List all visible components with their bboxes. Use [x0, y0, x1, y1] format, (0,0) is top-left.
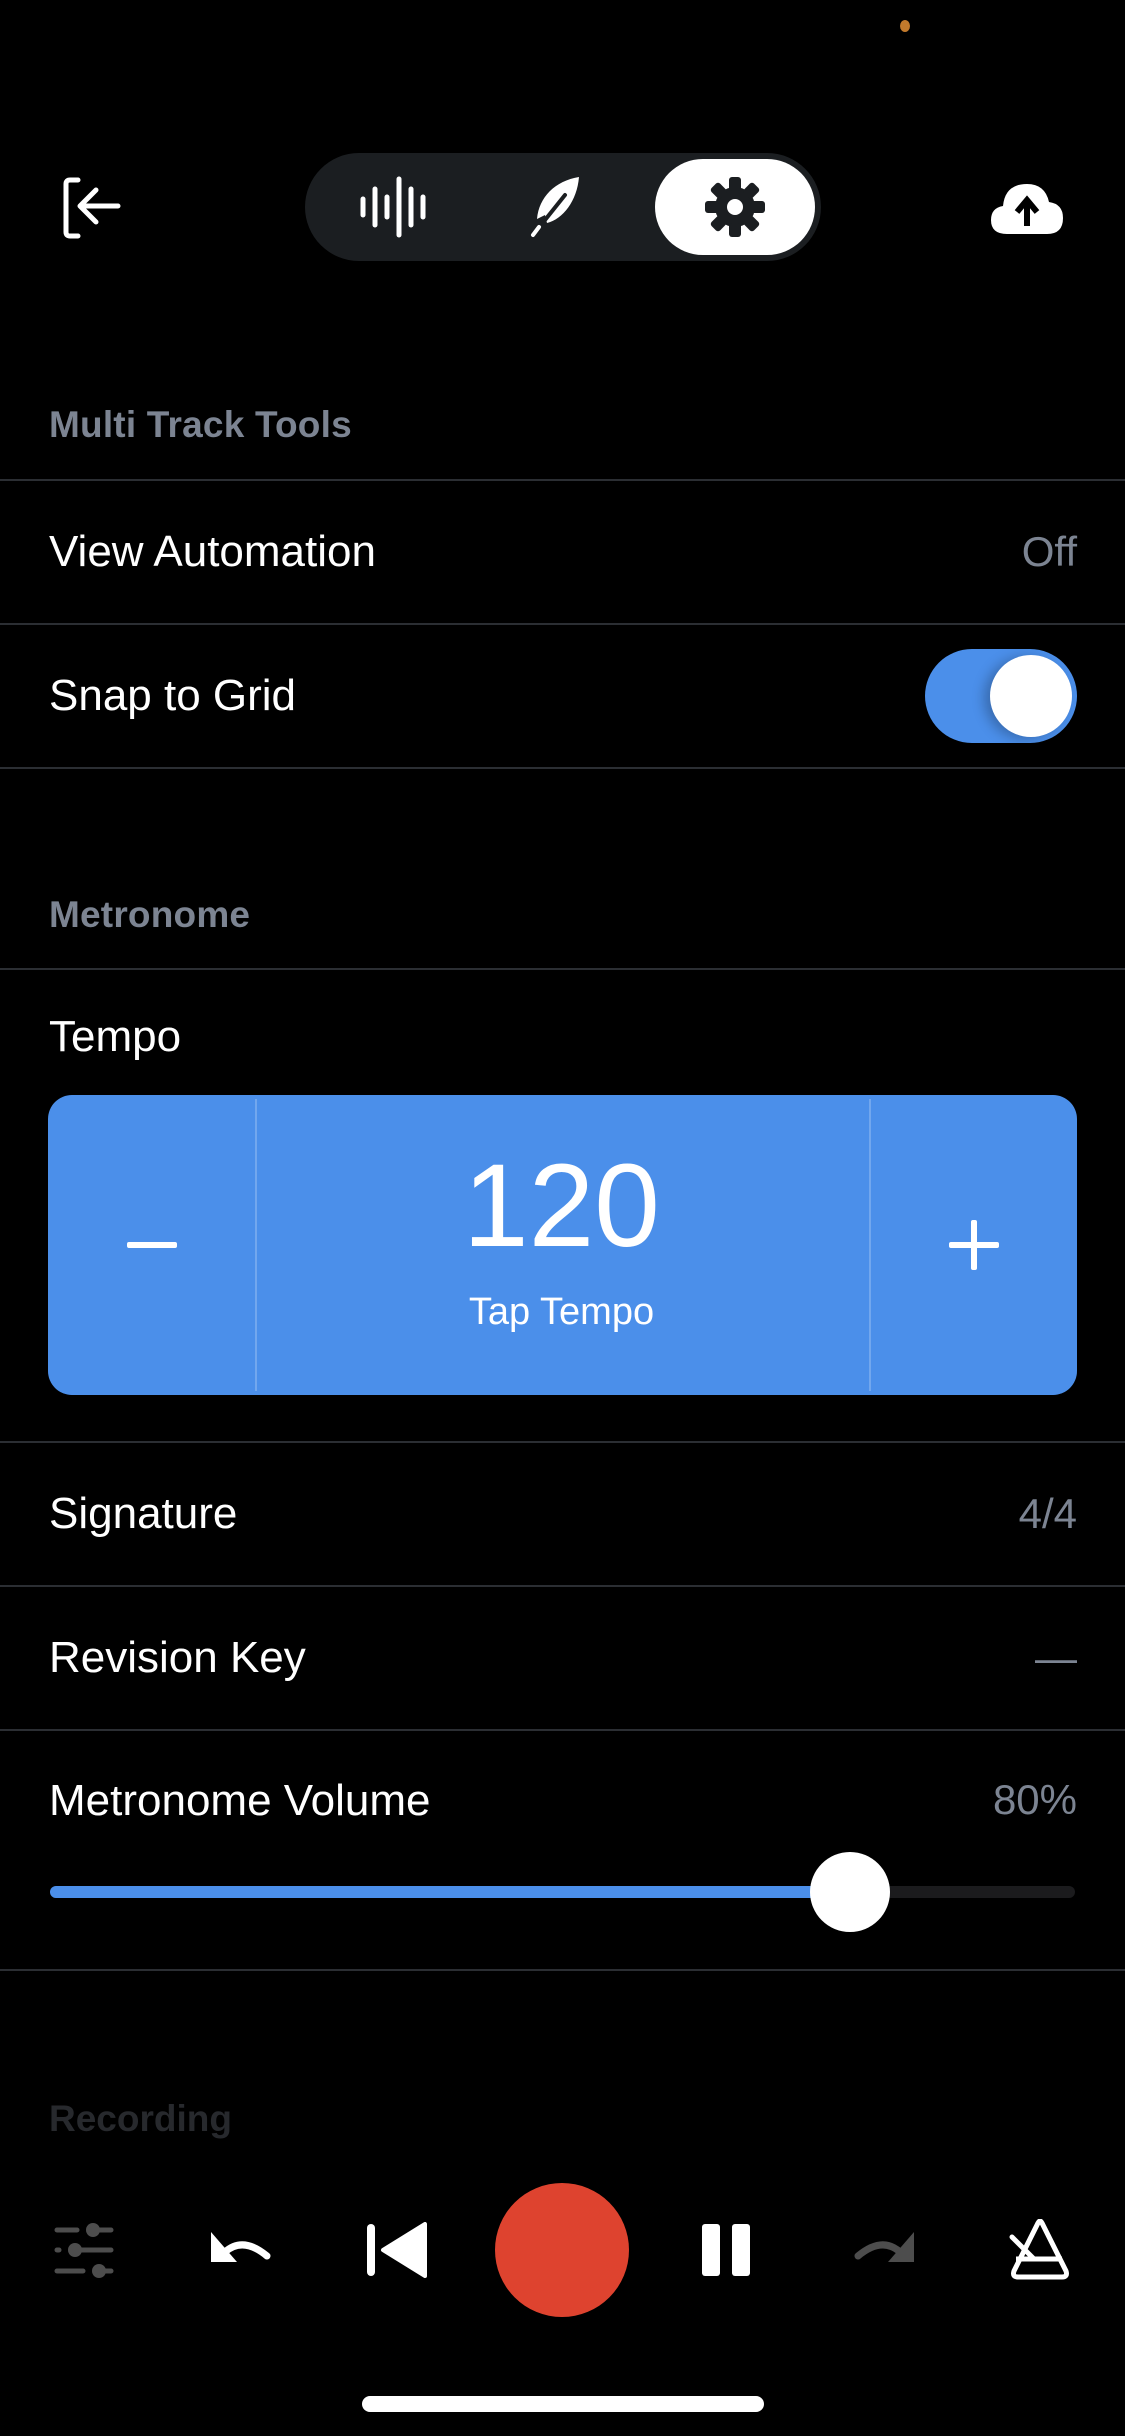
record-icon [495, 2183, 629, 2317]
privacy-indicator-dot [900, 20, 910, 32]
divider [0, 767, 1125, 769]
metronome-volume-value: 80% [992, 1776, 1077, 1823]
tap-tempo-button[interactable]: 120 Tap Tempo [257, 1095, 866, 1395]
divider [0, 1969, 1125, 1971]
top-nav [0, 150, 1125, 262]
upload-button[interactable] [982, 168, 1072, 248]
signature-label: Signature [49, 1489, 238, 1538]
tempo-decrement-button[interactable] [48, 1095, 255, 1395]
undo-button[interactable] [205, 2180, 277, 2320]
toggle-knob [990, 655, 1072, 737]
segment-waveform[interactable] [313, 159, 473, 255]
revision-key-row[interactable]: Revision Key — [0, 1587, 1125, 1729]
exit-button[interactable] [52, 168, 132, 248]
gear-icon [705, 177, 765, 237]
skip-back-button[interactable] [360, 2180, 432, 2320]
metronome-volume-label: Metronome Volume [49, 1776, 431, 1825]
signature-value: 4/4 [1018, 1490, 1077, 1537]
divider [0, 1729, 1125, 1731]
snap-to-grid-toggle[interactable] [925, 649, 1077, 743]
segment-settings[interactable] [655, 159, 815, 255]
record-button[interactable] [495, 2180, 629, 2320]
undo-icon [211, 2232, 271, 2262]
section-header-recording: Recording [49, 2098, 232, 2139]
signature-row[interactable]: Signature 4/4 [0, 1443, 1125, 1585]
plus-icon [948, 1220, 999, 1270]
metronome-icon [1009, 2219, 1069, 2280]
view-automation-label: View Automation [49, 527, 376, 576]
mode-segmented-control [305, 153, 821, 261]
cloud-upload-icon [991, 184, 1063, 234]
slider-fill [50, 1886, 850, 1898]
metronome-volume-slider[interactable] [50, 1852, 1075, 1932]
revision-key-label: Revision Key [49, 1633, 306, 1682]
feather-icon [531, 177, 579, 237]
redo-button [848, 2180, 920, 2320]
section-header-multi-track-tools: Multi Track Tools [49, 404, 352, 445]
tempo-label: Tempo [49, 1012, 182, 1061]
tempo-increment-button[interactable] [870, 1095, 1077, 1395]
view-automation-value: Off [1021, 528, 1077, 575]
revision-key-value: — [1035, 1634, 1077, 1681]
pause-button[interactable] [690, 2180, 762, 2320]
exit-arrow-icon [63, 177, 121, 239]
tap-tempo-label: Tap Tempo [468, 1291, 655, 1333]
view-automation-row[interactable]: View Automation Off [0, 481, 1125, 623]
home-indicator[interactable] [362, 2396, 764, 2412]
mixer-button[interactable] [48, 2180, 120, 2320]
section-header-metronome: Metronome [49, 894, 251, 935]
divider [0, 968, 1125, 970]
pause-icon [702, 2224, 750, 2276]
snap-to-grid-label: Snap to Grid [49, 671, 297, 720]
slider-thumb[interactable] [810, 1852, 890, 1932]
waveform-icon [360, 176, 426, 238]
redo-icon [854, 2232, 914, 2262]
snap-to-grid-row: Snap to Grid [0, 625, 1125, 767]
segment-feather[interactable] [477, 159, 637, 255]
tempo-control: 120 Tap Tempo [48, 1095, 1077, 1395]
minus-icon [126, 1242, 177, 1248]
transport-bar [0, 2180, 1125, 2320]
skip-back-icon [367, 2222, 427, 2278]
metronome-button[interactable] [1004, 2180, 1076, 2320]
metronome-volume-row: Metronome Volume 80% [0, 1732, 1125, 1970]
tempo-value: 120 [463, 1140, 660, 1272]
sliders-icon [54, 2223, 114, 2278]
